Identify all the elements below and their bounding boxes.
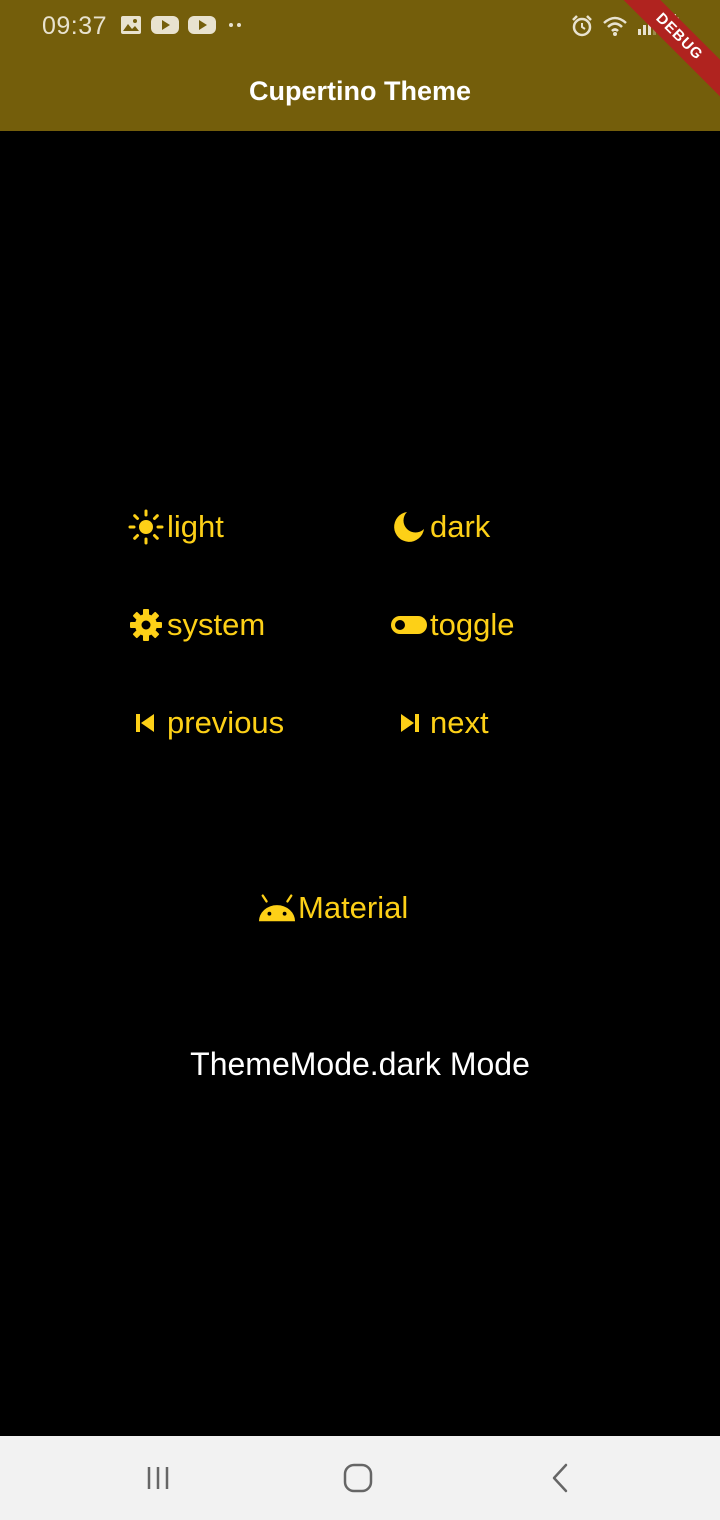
skip-previous-icon	[127, 704, 165, 742]
sun-icon	[127, 508, 165, 546]
status-icons-left	[120, 15, 245, 35]
previous-button-label: previous	[167, 705, 285, 740]
home-button[interactable]	[338, 1458, 378, 1498]
system-button-label: system	[167, 607, 266, 642]
status-time: 09:37	[42, 12, 108, 40]
theme-mode-text: ThemeMode.dark Mode	[190, 1046, 530, 1082]
material-button[interactable]: Material	[258, 889, 408, 927]
previous-button[interactable]: previous	[127, 704, 284, 742]
home-icon	[343, 1463, 373, 1493]
more-dots-icon	[229, 23, 241, 27]
dark-button[interactable]: dark	[390, 508, 490, 546]
next-button[interactable]: next	[390, 704, 489, 742]
youtube-icon	[188, 16, 216, 34]
skip-next-icon	[390, 704, 428, 742]
system-button[interactable]: system	[127, 606, 265, 644]
image-icon	[121, 16, 141, 34]
back-icon	[552, 1463, 568, 1493]
toggle-button[interactable]: toggle	[390, 606, 514, 644]
next-button-label: next	[430, 705, 489, 740]
moon-icon	[390, 508, 428, 546]
android-icon	[258, 889, 296, 927]
youtube-icon	[151, 16, 179, 34]
status-bar: 09:37	[0, 0, 720, 56]
screen: 09:37 Cupertino Theme DEBUG light dark s…	[0, 0, 720, 1520]
alarm-icon	[572, 15, 592, 37]
system-nav-bar	[0, 1436, 720, 1520]
toggle-icon	[390, 606, 428, 644]
recents-icon	[147, 1467, 169, 1489]
app-header: 09:37 Cupertino Theme	[0, 0, 720, 131]
toggle-button-label: toggle	[430, 607, 515, 642]
app-bar-title: Cupertino Theme	[248, 76, 471, 106]
back-button[interactable]	[540, 1458, 580, 1498]
recents-button[interactable]	[138, 1458, 178, 1498]
gear-icon	[127, 606, 165, 644]
light-button-label: light	[167, 509, 224, 544]
light-button[interactable]: light	[127, 508, 224, 546]
dark-button-label: dark	[430, 509, 491, 544]
material-button-label: Material	[298, 890, 409, 925]
wifi-icon	[603, 16, 627, 36]
